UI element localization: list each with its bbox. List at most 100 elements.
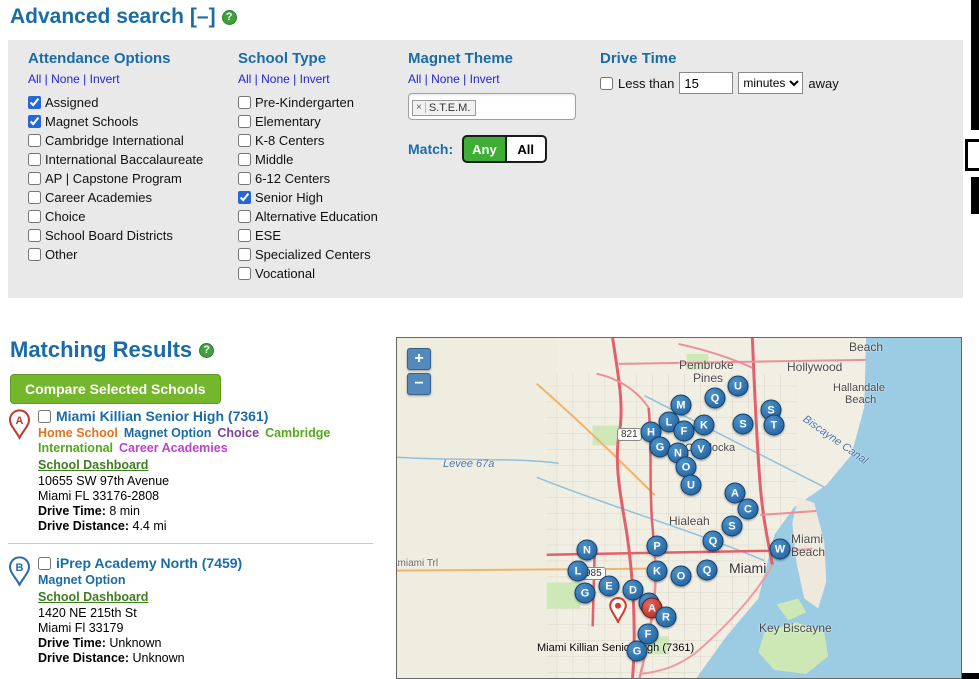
filter-link-invert[interactable]: Invert [90, 72, 120, 86]
filter-checkbox[interactable] [28, 172, 41, 185]
filter-checkbox[interactable] [238, 191, 251, 204]
map-marker-V[interactable]: V [691, 439, 712, 460]
magnet-theme-input[interactable]: ×S.T.E.M. [408, 93, 576, 120]
filter-option[interactable]: Other [28, 245, 238, 264]
school-dashboard-link[interactable]: School Dashboard [38, 590, 148, 604]
drive-time-row: Less than minutes away [600, 72, 963, 94]
filter-checkbox[interactable] [28, 248, 41, 261]
filter-link-none[interactable]: None [261, 72, 290, 86]
results-help-icon[interactable]: ? [199, 343, 214, 358]
map-marker-Q[interactable]: Q [703, 531, 724, 552]
map-marker-F[interactable]: F [674, 421, 695, 442]
map-marker-K[interactable]: K [694, 415, 715, 436]
filter-option[interactable]: Specialized Centers [238, 245, 408, 264]
compare-selected-button[interactable]: Compare Selected Schools [10, 374, 221, 404]
filter-link-all[interactable]: All [28, 72, 41, 86]
svg-text:B: B [16, 562, 24, 574]
filter-checkbox[interactable] [238, 229, 251, 242]
zoom-out-button[interactable]: − [407, 373, 431, 395]
filter-option[interactable]: Career Academies [28, 188, 238, 207]
collapse-toggle[interactable]: [–] [190, 5, 216, 29]
svg-text:A: A [16, 415, 24, 427]
school-dashboard-link[interactable]: School Dashboard [38, 458, 148, 472]
program-tag: Home School [38, 426, 118, 440]
map-marker-C[interactable]: C [738, 499, 759, 520]
map-marker-K[interactable]: K [647, 561, 668, 582]
attendance-options-column: Attendance Options All | None | Invert A… [28, 50, 238, 298]
map-marker-U[interactable]: U [681, 475, 702, 496]
filter-checkbox[interactable] [28, 115, 41, 128]
result-select-checkbox[interactable] [38, 557, 51, 570]
filter-option[interactable]: Pre-Kindergarten [238, 93, 408, 112]
map-marker-E[interactable]: E [599, 576, 620, 597]
filter-checkbox[interactable] [238, 134, 251, 147]
filter-option[interactable]: Alternative Education [238, 207, 408, 226]
filter-option[interactable]: Vocational [238, 264, 408, 283]
filter-checkbox[interactable] [238, 96, 251, 109]
drive-time-checkbox[interactable] [600, 77, 613, 90]
filter-checkbox[interactable] [28, 134, 41, 147]
filter-option[interactable]: K-8 Centers [238, 131, 408, 150]
map-marker-Q[interactable]: Q [705, 388, 726, 409]
result-select-checkbox[interactable] [38, 410, 51, 423]
filter-option[interactable]: School Board Districts [28, 226, 238, 245]
map-marker-G[interactable]: G [627, 641, 648, 662]
remove-tag-icon[interactable]: × [416, 102, 426, 113]
filter-option-label: Middle [255, 152, 293, 167]
attendance-checklist: AssignedMagnet SchoolsCambridge Internat… [28, 93, 238, 264]
filter-option-label: Choice [45, 209, 85, 224]
filter-checkbox[interactable] [238, 153, 251, 166]
filter-link-none[interactable]: None [431, 72, 460, 86]
filter-link-invert[interactable]: Invert [470, 72, 500, 86]
map-marker-U[interactable]: U [728, 376, 749, 397]
program-tag: Magnet Option [38, 573, 126, 587]
filter-option[interactable]: ESE [238, 226, 408, 245]
map-marker-S[interactable]: S [722, 516, 743, 537]
school-name-link[interactable]: Miami Killian Senior High (7361) [56, 408, 268, 424]
filter-option[interactable]: 6-12 Centers [238, 169, 408, 188]
filter-option[interactable]: Magnet Schools [28, 112, 238, 131]
filter-checkbox[interactable] [28, 229, 41, 242]
filter-checkbox[interactable] [28, 153, 41, 166]
map-marker-R[interactable]: R [656, 607, 677, 628]
filter-option[interactable]: AP | Capstone Program [28, 169, 238, 188]
map-marker-W[interactable]: W [770, 539, 791, 560]
drive-time-unit-select[interactable]: minutes [738, 72, 803, 94]
filter-checkbox[interactable] [238, 172, 251, 185]
filter-checkbox[interactable] [28, 210, 41, 223]
filter-option[interactable]: Choice [28, 207, 238, 226]
filter-option[interactable]: Senior High [238, 188, 408, 207]
filter-link-none[interactable]: None [51, 72, 80, 86]
filter-link-all[interactable]: All [408, 72, 421, 86]
map-marker-L[interactable]: L [568, 561, 589, 582]
map[interactable]: + − BeachPembrokePinesHollywoodHallandal… [396, 337, 962, 679]
map-marker-S[interactable]: S [733, 414, 754, 435]
result-program-tags: Home SchoolMagnet OptionChoiceCambridge … [38, 426, 373, 456]
filter-option[interactable]: Elementary [238, 112, 408, 131]
filter-checkbox[interactable] [238, 115, 251, 128]
filter-link-all[interactable]: All [238, 72, 251, 86]
map-marker-N[interactable]: N [577, 540, 598, 561]
help-icon[interactable]: ? [222, 10, 237, 25]
filter-checkbox[interactable] [238, 210, 251, 223]
filter-checkbox[interactable] [28, 96, 41, 109]
filter-option[interactable]: Middle [238, 150, 408, 169]
map-marker-G[interactable]: G [575, 583, 596, 604]
filter-option[interactable]: Cambridge International [28, 131, 238, 150]
map-marker-T[interactable]: T [764, 415, 785, 436]
match-any-button[interactable]: Any [464, 137, 505, 161]
drive-time-value-input[interactable] [679, 72, 733, 94]
filter-option[interactable]: International Baccalaureate [28, 150, 238, 169]
filter-checkbox[interactable] [28, 191, 41, 204]
zoom-in-button[interactable]: + [407, 348, 431, 370]
map-marker-O[interactable]: O [671, 566, 692, 587]
filter-checkbox[interactable] [238, 267, 251, 280]
match-all-button[interactable]: All [507, 137, 545, 161]
filter-checkbox[interactable] [238, 248, 251, 261]
map-marker-Q[interactable]: Q [697, 560, 718, 581]
school-name-link[interactable]: iPrep Academy North (7459) [56, 555, 242, 571]
drive-time-away-label: away [808, 76, 838, 91]
map-marker-P[interactable]: P [647, 536, 668, 557]
filter-option[interactable]: Assigned [28, 93, 238, 112]
filter-link-invert[interactable]: Invert [300, 72, 330, 86]
